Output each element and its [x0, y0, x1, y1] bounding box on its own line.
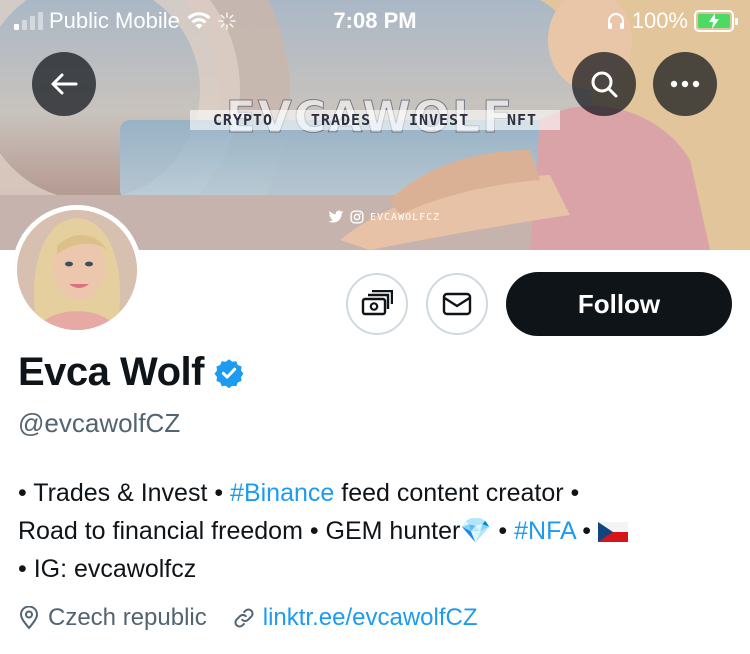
banner-social: EVCAWOLFCZ [328, 210, 440, 224]
back-arrow-icon [51, 73, 78, 95]
battery-icon [694, 10, 738, 32]
more-icon [670, 80, 700, 88]
instagram-icon [350, 210, 364, 224]
czech-flag-icon [597, 522, 628, 542]
mail-icon [442, 292, 472, 316]
bio-text: feed content creator • [334, 479, 580, 507]
verified-badge-icon[interactable] [214, 358, 244, 388]
follow-button[interactable]: Follow [506, 272, 732, 336]
bio-line-2: Road to financial freedom • GEM hunter💎 … [18, 512, 738, 550]
profile-name: Evca Wolf [18, 350, 204, 394]
avatar-image [17, 210, 137, 330]
status-right: 100% [606, 8, 738, 34]
banner-subtitle-trades: TRADES [310, 111, 372, 129]
bio-text: • Trades & Invest • [18, 479, 231, 507]
banner-subtitle-invest: INVEST [408, 111, 470, 129]
more-options-button[interactable] [653, 52, 717, 116]
bio-line-1: • Trades & Invest • #Binance feed conten… [18, 474, 738, 512]
avatar[interactable] [12, 205, 142, 335]
profile-location: Czech republic [18, 604, 207, 632]
profile-handle: @evcawolfCZ [18, 408, 181, 438]
link-icon [234, 608, 254, 628]
twitter-icon [328, 210, 344, 223]
tip-jar-icon [361, 290, 393, 316]
banner-subtitle: CRYPTO TRADES INVEST NFT [190, 110, 560, 130]
search-icon [591, 71, 618, 98]
bio-text: Road to financial freedom • GEM hunter [18, 517, 461, 545]
bio-line-3: • IG: evcawolfcz [18, 555, 197, 583]
tip-jar-button[interactable] [346, 273, 408, 335]
website-link[interactable]: linktr.ee/evcawolfCZ [263, 604, 478, 632]
banner-social-handle: EVCAWOLFCZ [370, 211, 441, 223]
profile-website[interactable]: linktr.ee/evcawolfCZ [233, 604, 478, 632]
profile-bio: • Trades & Invest • #Binance feed conten… [18, 474, 738, 588]
banner-subtitle-nft: NFT [506, 111, 538, 129]
bio-text: • [491, 517, 515, 545]
banner-subtitle-crypto: CRYPTO [212, 111, 274, 129]
location-pin-icon [19, 606, 39, 630]
profile-name-row: Evca Wolf [18, 350, 244, 395]
hashtag-nfa[interactable]: #NFA [514, 517, 575, 545]
back-button[interactable] [32, 52, 96, 116]
battery-percent: 100% [631, 8, 688, 33]
search-button[interactable] [572, 52, 636, 116]
hashtag-binance[interactable]: #Binance [230, 479, 334, 507]
headphones-icon [607, 13, 624, 29]
status-bar: Public Mobile 7:08 PM 100% [0, 0, 750, 40]
message-button[interactable] [426, 273, 488, 335]
profile-meta: Czech republic linktr.ee/evcawolfCZ [18, 604, 504, 632]
location-text: Czech republic [48, 604, 207, 631]
diamond-icon: 💎 [460, 517, 492, 545]
bio-text: • [575, 517, 598, 545]
